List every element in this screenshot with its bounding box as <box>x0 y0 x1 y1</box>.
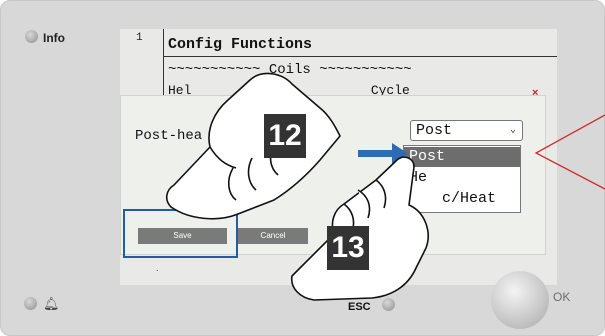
pointing-hand-icon <box>165 72 341 220</box>
step-marker-12: 12 <box>264 114 306 158</box>
annotation-overlay <box>165 72 605 301</box>
red-callout-icon <box>534 114 605 190</box>
step-marker-13: 13 <box>327 226 369 270</box>
